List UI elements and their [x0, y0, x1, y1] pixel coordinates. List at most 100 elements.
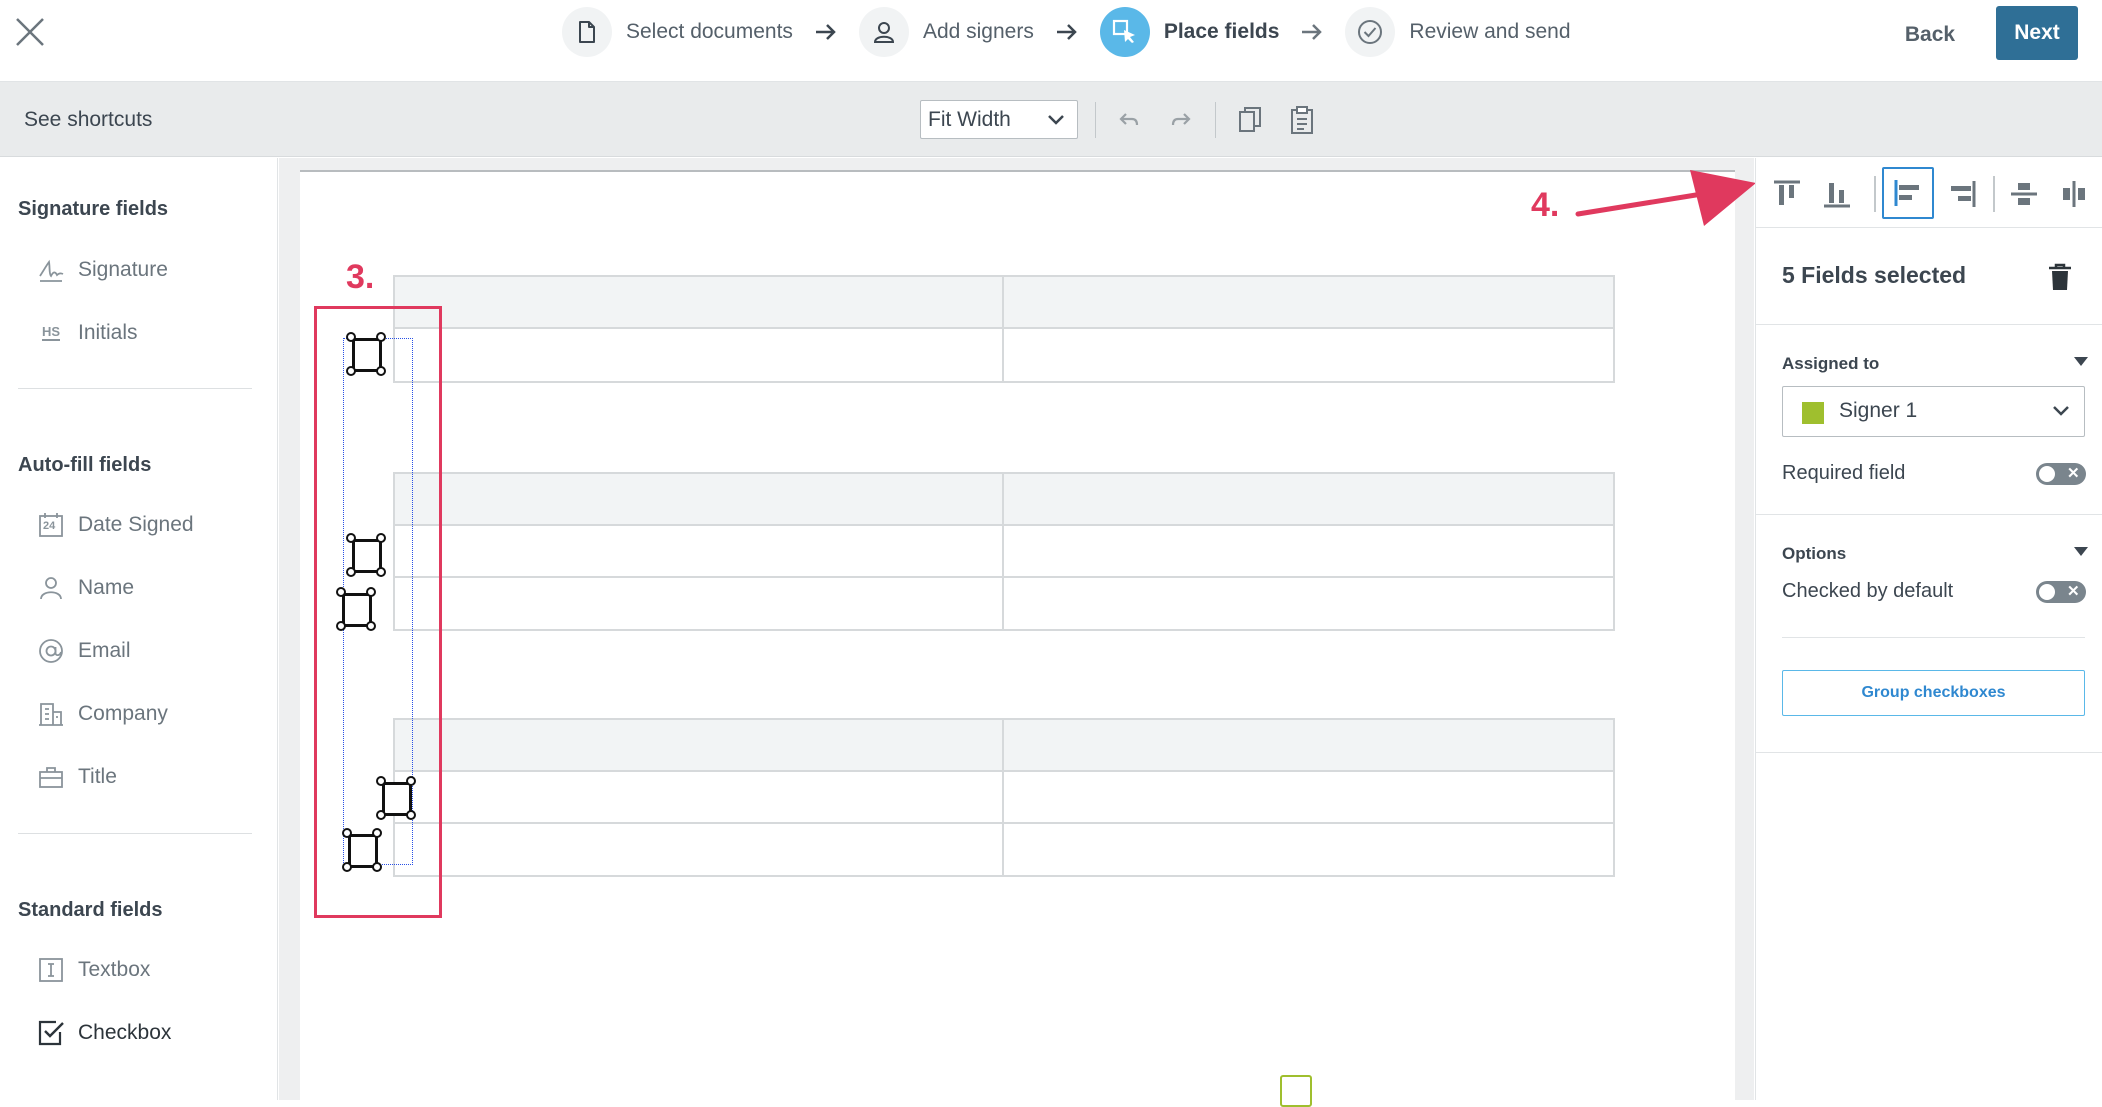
alignment-toolbar: [1756, 158, 2102, 228]
zoom-select[interactable]: Fit Width: [920, 100, 1078, 139]
redo-icon[interactable]: [1165, 104, 1197, 136]
checkbox-icon: [36, 1018, 66, 1048]
annotation-label-3: 3.: [346, 258, 375, 296]
signature-fields-title: Signature fields: [18, 198, 169, 220]
close-icon[interactable]: [14, 16, 46, 48]
sidebar-divider: [18, 833, 252, 834]
place-cursor-icon: [1099, 7, 1150, 57]
align-right-icon[interactable]: [1940, 172, 1984, 216]
document-icon: [562, 7, 612, 57]
sidebar-divider: [18, 388, 252, 389]
step-add-signers[interactable]: Add signers: [858, 5, 1034, 59]
document-table: [393, 472, 1615, 631]
auto-fill-fields-title: Auto-fill fields: [18, 454, 152, 476]
step-select-documents[interactable]: Select documents: [562, 5, 793, 59]
align-left-icon[interactable]: [1882, 167, 1934, 219]
document-table: [393, 275, 1615, 383]
table-column-divider: [1002, 720, 1004, 875]
undo-icon[interactable]: [1113, 104, 1145, 136]
table-row: [395, 526, 1613, 578]
step-label: Place fields: [1163, 20, 1280, 43]
next-button[interactable]: Next: [1996, 6, 2078, 60]
field-label: Date Signed: [78, 513, 194, 536]
field-label: Signature: [78, 258, 168, 281]
field-label: Email: [78, 639, 131, 662]
toggle-off-icon: ✕: [2067, 583, 2080, 600]
field-textbox[interactable]: Textbox: [36, 953, 150, 987]
signer-name: Signer 1: [1839, 399, 1918, 422]
copy-icon[interactable]: [1234, 104, 1266, 136]
field-title[interactable]: Title: [36, 760, 117, 794]
back-button[interactable]: Back: [1890, 14, 1970, 56]
calendar-icon: 24: [36, 510, 66, 540]
toggle-knob: [2039, 466, 2055, 482]
toolbar-divider: [1993, 176, 1995, 212]
annotation-highlight-box: [314, 306, 442, 918]
document-table: [393, 718, 1615, 877]
paste-icon[interactable]: [1286, 104, 1318, 136]
align-center-vertical-icon[interactable]: [2002, 172, 2046, 216]
field-label: Title: [78, 765, 117, 788]
table-header-row: [395, 474, 1613, 526]
toolbar-divider: [1874, 176, 1876, 212]
textbox-icon: [36, 955, 66, 985]
field-date-signed[interactable]: 24 Date Signed: [36, 508, 194, 542]
see-shortcuts-link[interactable]: See shortcuts: [24, 108, 152, 132]
field-label: Initials: [78, 321, 138, 344]
standard-fields-title: Standard fields: [18, 899, 163, 921]
align-bottom-icon[interactable]: [1815, 172, 1859, 216]
table-header-row: [395, 277, 1613, 329]
field-email[interactable]: Email: [36, 634, 131, 668]
signer-color-swatch: [1802, 402, 1824, 424]
step-review-and-send[interactable]: Review and send: [1345, 5, 1571, 59]
options-label: Options: [1782, 544, 1847, 563]
field-label: Company: [78, 702, 168, 725]
signer-select[interactable]: Signer 1: [1782, 386, 2085, 437]
group-checkboxes-button[interactable]: Group checkboxes: [1782, 670, 2085, 716]
document-toolbar: See shortcuts Fit Width: [0, 82, 2102, 157]
panel-divider: [1756, 324, 2102, 325]
building-icon: [36, 699, 66, 729]
field-signature[interactable]: Signature: [36, 253, 168, 287]
annotation-arrow: [1575, 170, 1756, 226]
person-icon: [36, 573, 66, 603]
field-company[interactable]: Company: [36, 697, 168, 731]
toolbar-divider: [1095, 102, 1096, 138]
step-label: Add signers: [922, 20, 1034, 43]
field-initials[interactable]: HS Initials: [36, 316, 138, 350]
panel-divider: [1782, 637, 2085, 638]
toggle-off-icon: ✕: [2067, 465, 2080, 482]
align-top-icon[interactable]: [1765, 172, 1809, 216]
toolbar-divider: [1215, 102, 1216, 138]
initials-icon: HS: [36, 318, 66, 348]
checkbox-field[interactable]: [1280, 1075, 1312, 1107]
signature-icon: [36, 255, 66, 285]
fields-selected-title: 5 Fields selected: [1782, 262, 1967, 288]
field-palette-sidebar: Signature fields Signature HS Initials A…: [0, 158, 278, 1100]
initials-icon-text: HS: [41, 324, 61, 341]
step-label: Review and send: [1409, 20, 1571, 43]
check-circle-icon: [1345, 7, 1396, 57]
trash-icon[interactable]: [2046, 262, 2074, 297]
collapse-caret-icon[interactable]: [2074, 357, 2088, 366]
toggle-knob: [2039, 584, 2055, 600]
progress-steps: Select documents Add signers Place field…: [562, 5, 1571, 59]
document-page: [300, 170, 1735, 1107]
table-column-divider: [1002, 277, 1004, 381]
step-place-fields[interactable]: Place fields: [1099, 5, 1280, 59]
required-field-toggle[interactable]: ✕: [2036, 463, 2086, 485]
field-checkbox[interactable]: Checkbox: [36, 1016, 171, 1050]
field-label: Checkbox: [78, 1021, 172, 1044]
required-field-label: Required field: [1782, 462, 1906, 484]
chevron-down-icon: [1048, 115, 1064, 125]
person-icon: [858, 7, 909, 57]
arrow-right-icon: [1301, 23, 1323, 41]
field-name[interactable]: Name: [36, 571, 134, 605]
align-center-horizontal-icon[interactable]: [2052, 172, 2096, 216]
panel-divider: [1756, 514, 2102, 515]
annotation-label-4: 4.: [1531, 186, 1560, 224]
at-icon: [36, 636, 66, 666]
checked-by-default-toggle[interactable]: ✕: [2036, 581, 2086, 603]
collapse-caret-icon[interactable]: [2074, 547, 2088, 556]
step-label: Select documents: [626, 20, 793, 43]
